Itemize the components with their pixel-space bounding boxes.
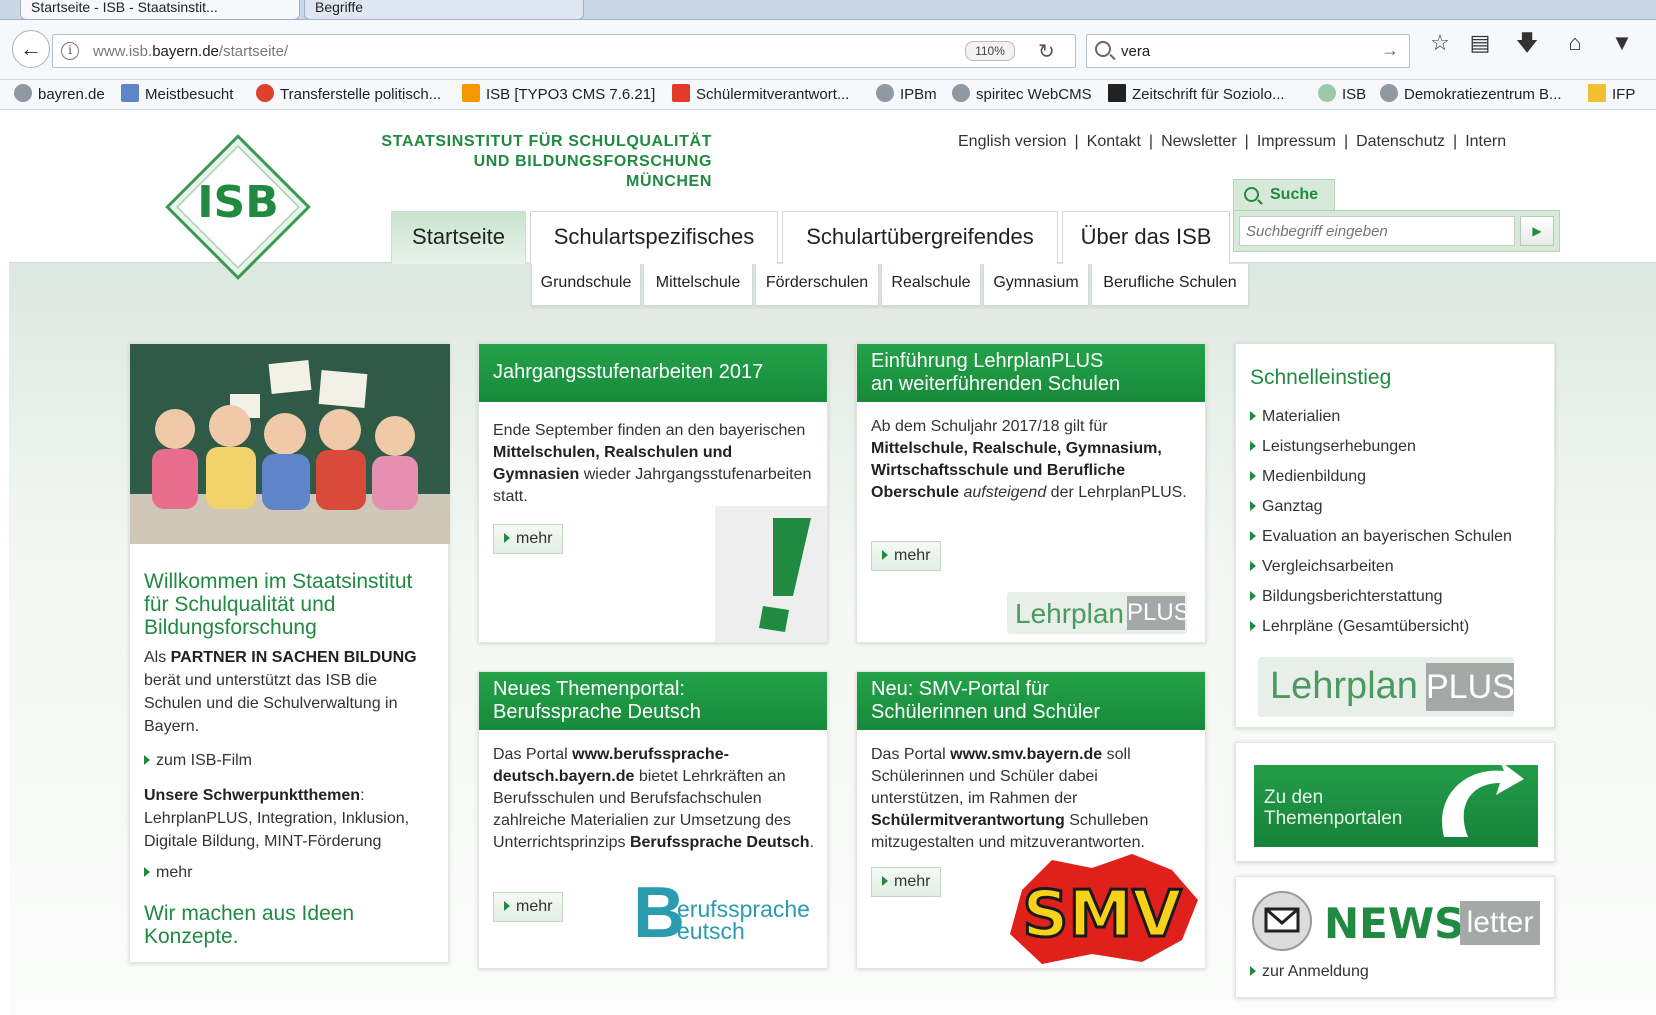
lehrplanplus-logo[interactable]: Lehrplan PLUS	[1258, 657, 1515, 717]
subnav-grundschule[interactable]: Grundschule	[531, 264, 641, 306]
arrow-right-icon	[1250, 441, 1256, 451]
smv-card: Neu: SMV-Portal für Schülerinnen und Schü…	[856, 671, 1206, 969]
quicklink-vergleichsarbeiten[interactable]: Vergleichsarbeiten	[1250, 552, 1512, 582]
arrow-right-icon	[144, 755, 150, 765]
subnav-realschule[interactable]: Realschule	[881, 264, 981, 306]
quicklink-medienbildung[interactable]: Medienbildung	[1250, 462, 1512, 492]
card-text: Das Portal www.berufssprache-deutsch.bay…	[493, 746, 815, 851]
mehr-button[interactable]: mehr	[493, 892, 564, 922]
nav-tab-schulartuebergreifendes[interactable]: Schulartübergreifendes	[782, 211, 1058, 264]
nav-tab-ueber-das-isb[interactable]: Über das ISB	[1062, 211, 1230, 264]
link-newsletter[interactable]: Newsletter	[1161, 133, 1237, 151]
subnav-mittelschule[interactable]: Mittelschule	[643, 264, 753, 306]
card-text: Ende September finden an den bayerischen…	[493, 422, 812, 505]
welcome-text: Als PARTNER IN SACHEN BILDUNG berät und …	[144, 649, 417, 735]
arrow-right-icon	[1250, 621, 1256, 631]
quicklink-ganztag[interactable]: Ganztag	[1250, 492, 1512, 522]
themenportale-banner[interactable]: Zu den Themenportalen	[1254, 761, 1538, 847]
arrow-right-icon	[504, 533, 510, 543]
search-submit-button[interactable]: ▶	[1520, 216, 1554, 246]
quicklink-lehrplaene[interactable]: Lehrpläne (Gesamtübersicht)	[1250, 612, 1512, 642]
mehr-button[interactable]: mehr	[871, 867, 942, 897]
link-impressum[interactable]: Impressum	[1257, 133, 1336, 151]
link-english-version[interactable]: English version	[958, 133, 1067, 151]
newsletter-logo[interactable]: NEWS letter	[1324, 897, 1540, 949]
card-text: Das Portal www.smv.bayern.de soll Schüle…	[871, 746, 1149, 851]
separator: |	[1453, 133, 1458, 150]
arrow-right-icon	[144, 867, 150, 877]
arrow-right-icon	[1250, 471, 1256, 481]
welcome-card: Willkommen im Staatsinstitut für Schulqu…	[129, 343, 450, 963]
card-header[interactable]: Neu: SMV-Portal für Schülerinnen und Schü…	[857, 672, 1205, 730]
quicklinks-list: Materialien Leistungserhebungen Medienbi…	[1250, 402, 1512, 642]
isb-film-link[interactable]: zum ISB-Film	[144, 750, 436, 772]
quicklink-leistungserhebungen[interactable]: Leistungserhebungen	[1250, 432, 1512, 462]
isb-logo[interactable]: ISB	[153, 122, 323, 292]
newsletter-anmeldung-link[interactable]: zur Anmeldung	[1250, 957, 1369, 987]
web-page: ISB STAATSINSTITUT FÜR SCHULQUALITÄT UND…	[0, 0, 1656, 1015]
link-datenschutz[interactable]: Datenschutz	[1356, 133, 1445, 151]
schnelleinstieg-box: Schnelleinstieg Materialien Leistungserh…	[1235, 343, 1555, 728]
themenportale-box: Zu den Themenportalen	[1235, 742, 1555, 862]
top-links: English version | Kontakt | Newsletter | Impre…	[958, 133, 1506, 151]
quicklink-evaluation[interactable]: Evaluation an bayerischen Schulen	[1250, 522, 1512, 552]
quicklink-bildungsberichterstattung[interactable]: Bildungsberichterstattung	[1250, 582, 1512, 612]
newsletter-box: NEWS letter zur Anmeldung	[1235, 876, 1555, 998]
arrow-right-icon	[1250, 966, 1256, 976]
quicklink-materialien[interactable]: Materialien	[1250, 402, 1512, 432]
arrow-right-icon	[1250, 561, 1256, 571]
card-header[interactable]: Einführung LehrplanPLUS an weiterführende…	[857, 344, 1205, 402]
mehr-button[interactable]: mehr	[871, 541, 942, 571]
site-search-input[interactable]	[1239, 216, 1515, 246]
search-icon	[1244, 187, 1259, 202]
separator: |	[1343, 133, 1349, 150]
arrow-right-icon	[1250, 501, 1256, 511]
berufssprache-logo[interactable]: B erufssprache eutsch	[633, 873, 823, 962]
focus-topics: Unsere Schwerpunktthemen: LehrplanPLUS, …	[144, 787, 410, 850]
card-header[interactable]: Jahrgangsstufenarbeiten 2017	[479, 344, 827, 402]
subnav-gymnasium[interactable]: Gymnasium	[983, 264, 1089, 306]
exclamation-image	[715, 506, 827, 642]
welcome-title: Willkommen im Staatsinstitut für Schulqu…	[144, 570, 413, 639]
welcome-mehr-link[interactable]: mehr	[144, 862, 436, 884]
children-photo	[130, 344, 450, 544]
smv-logo[interactable]: SMV	[1002, 850, 1202, 970]
search-tab[interactable]: Suche	[1233, 179, 1335, 210]
subnav-berufliche-schulen[interactable]: Berufliche Schulen	[1091, 264, 1249, 306]
separator: |	[1074, 133, 1079, 150]
link-intern[interactable]: Intern	[1465, 133, 1506, 151]
mehr-button[interactable]: mehr	[493, 524, 564, 554]
separator: |	[1244, 133, 1249, 150]
separator: |	[1148, 133, 1154, 150]
arrow-right-icon	[1250, 531, 1256, 541]
subnav-foerderschulen[interactable]: Förderschulen	[755, 264, 879, 306]
lehrplanplus-card: Einführung LehrplanPLUS an weiterführende…	[856, 343, 1206, 643]
arrow-right-icon	[504, 901, 510, 911]
site-search-box: ▶	[1233, 210, 1560, 252]
slogan: Wir machen aus Ideen Konzepte.	[144, 902, 355, 948]
card-text: Ab dem Schuljahr 2017/18 gilt für Mittel…	[871, 418, 1187, 501]
card-header[interactable]: Neues Themenportal: Berufssprache Deutsch	[479, 672, 827, 730]
smv-logo-text: SMV	[1022, 878, 1182, 952]
arrow-right-icon	[882, 876, 888, 886]
themenportale-text: Zu den Themenportalen	[1264, 787, 1403, 829]
logo-text: ISB	[197, 177, 279, 228]
nav-tab-startseite[interactable]: Startseite	[391, 211, 526, 264]
envelope-icon	[1252, 891, 1312, 951]
exclamation-mark-icon	[759, 518, 811, 632]
berufssprache-card: Neues Themenportal: Berufssprache Deutsch…	[478, 671, 828, 969]
arrow-right-icon	[1250, 591, 1256, 601]
arrow-right-icon	[882, 550, 888, 560]
arrow-right-icon	[1250, 411, 1256, 421]
link-kontakt[interactable]: Kontakt	[1087, 133, 1141, 151]
schnelleinstieg-title: Schnelleinstieg	[1250, 366, 1392, 389]
jahrgangsstufenarbeiten-card: Jahrgangsstufenarbeiten 2017 Ende Septem…	[478, 343, 828, 643]
lehrplanplus-logo[interactable]: Lehrplan PLUS	[1007, 592, 1190, 634]
institute-name: STAATSINSTITUT FÜR SCHULQUALITÄT UND BIL…	[381, 133, 712, 190]
curved-arrow-icon	[1442, 761, 1524, 837]
nav-tab-schulartspezifisches[interactable]: Schulartspezifisches	[530, 211, 778, 264]
